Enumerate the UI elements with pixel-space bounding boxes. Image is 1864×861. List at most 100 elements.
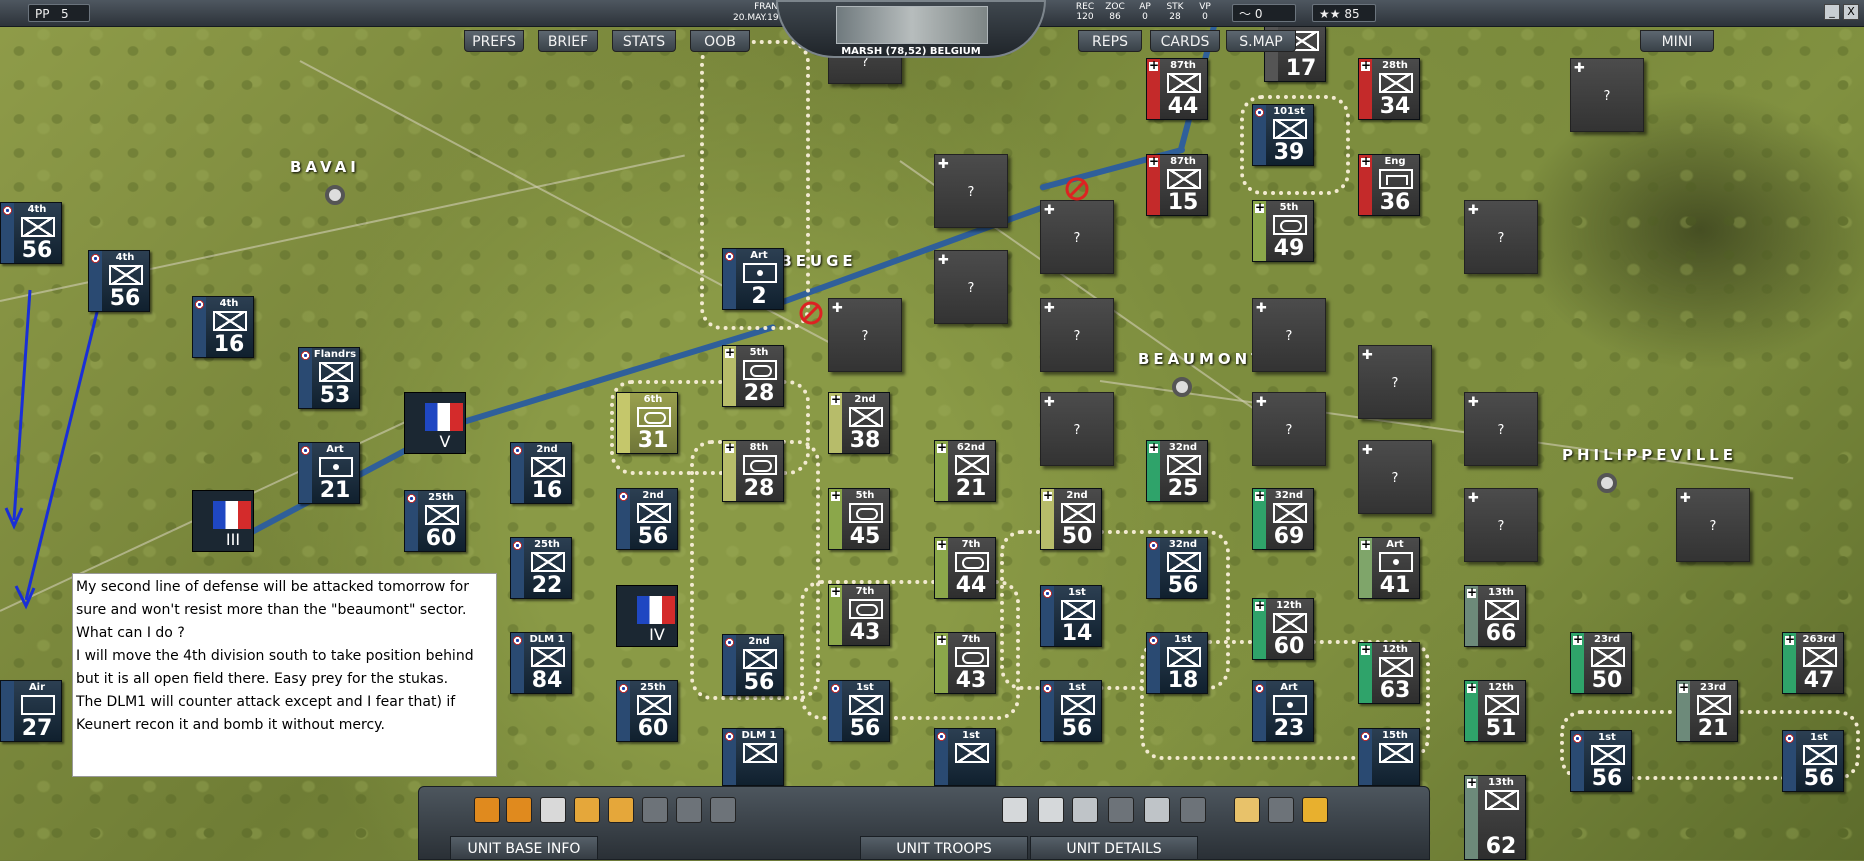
hidden-unit[interactable]: ✚?: [1676, 488, 1750, 562]
hidden-unit[interactable]: ✚?: [828, 298, 902, 372]
close-button[interactable]: X: [1843, 4, 1859, 20]
army-hq-counter[interactable]: IV: [616, 585, 678, 647]
unit-french[interactable]: Air 27: [0, 680, 62, 742]
unit-german[interactable]: 7th43: [934, 632, 996, 694]
unit-french[interactable]: Art 23: [1252, 680, 1314, 742]
zoom-in-icon[interactable]: [1108, 797, 1134, 823]
target-icon[interactable]: [642, 797, 668, 823]
unit-german[interactable]: 13th62: [1464, 775, 1526, 860]
unit-german[interactable]: Eng36: [1358, 154, 1420, 216]
hidden-unit[interactable]: ✚?: [934, 250, 1008, 324]
unit-german[interactable]: 62nd21: [934, 440, 996, 502]
unit-german[interactable]: 5th28: [722, 345, 784, 407]
unit-german[interactable]: 87th15: [1146, 154, 1208, 216]
minimap-button[interactable]: MINI: [1640, 30, 1714, 52]
unit-german[interactable]: 13th66: [1464, 585, 1526, 647]
hidden-unit[interactable]: ✚?: [1252, 298, 1326, 372]
save-icon[interactable]: [1268, 797, 1294, 823]
unit-french[interactable]: 101st 39: [1252, 104, 1314, 166]
oob-button[interactable]: OOB: [690, 30, 750, 52]
unit-french[interactable]: 2nd 56: [616, 488, 678, 550]
unit-french[interactable]: 4th 56: [88, 250, 150, 312]
strategic-map-button[interactable]: S.MAP: [1226, 30, 1296, 52]
unit-troops-tab[interactable]: UNIT TROOPS: [860, 836, 1028, 860]
hidden-unit[interactable]: ✚?: [1040, 298, 1114, 372]
unit-french[interactable]: 32nd 56: [1146, 537, 1208, 599]
reps-button[interactable]: REPS: [1078, 30, 1142, 52]
unit-card-icon[interactable]: [1038, 797, 1064, 823]
city-icon[interactable]: [1597, 473, 1617, 493]
brief-button[interactable]: BRIEF: [538, 30, 598, 52]
unit-french[interactable]: 1st 56: [1782, 730, 1844, 792]
explosion-icon[interactable]: [676, 797, 702, 823]
hidden-unit[interactable]: ✚?: [1358, 345, 1432, 419]
unit-french[interactable]: DLM 1 84: [510, 632, 572, 694]
reinforce-icon[interactable]: [608, 797, 634, 823]
unit-french[interactable]: 25th 22: [510, 537, 572, 599]
zoom-reset-icon[interactable]: [1144, 797, 1170, 823]
notes-icon[interactable]: [1234, 797, 1260, 823]
unit-german[interactable]: 23rd21: [1676, 680, 1738, 742]
minimize-button[interactable]: _: [1824, 4, 1840, 20]
unit-french[interactable]: 2nd 16: [510, 442, 572, 504]
move-up-icon[interactable]: [474, 797, 500, 823]
camera-icon[interactable]: [1002, 797, 1028, 823]
unit-german[interactable]: 2nd38: [828, 392, 890, 454]
unit-french[interactable]: 1st: [934, 728, 996, 786]
unit-french[interactable]: 1st 56: [828, 680, 890, 742]
hidden-unit[interactable]: ✚?: [934, 154, 1008, 228]
unit-info-icon[interactable]: [540, 797, 566, 823]
hidden-unit[interactable]: ✚?: [1040, 200, 1114, 274]
army-hq-counter[interactable]: V: [404, 392, 466, 454]
disband-icon[interactable]: [710, 797, 736, 823]
unit-german[interactable]: 87th44: [1146, 58, 1208, 120]
hidden-unit[interactable]: ✚?: [1464, 488, 1538, 562]
hidden-unit[interactable]: ✚?: [1464, 200, 1538, 274]
unit-german[interactable]: 5th45: [828, 488, 890, 550]
unit-base-info-tab[interactable]: UNIT BASE INFO: [450, 836, 598, 860]
resupply-icon[interactable]: [574, 797, 600, 823]
hidden-unit[interactable]: ✚?: [1040, 392, 1114, 466]
unit-french[interactable]: 1st 14: [1040, 585, 1102, 647]
unit-german[interactable]: 12th60: [1252, 598, 1314, 660]
unit-french[interactable]: Art 2: [722, 248, 784, 310]
unit-french[interactable]: Art 21: [298, 442, 360, 504]
army-hq-counter[interactable]: III: [192, 490, 254, 552]
unit-french[interactable]: 1st 56: [1570, 730, 1632, 792]
unit-french[interactable]: 4th 56: [0, 202, 62, 264]
cards-button[interactable]: CARDS: [1150, 30, 1220, 52]
zoom-out-icon[interactable]: [1072, 797, 1098, 823]
unit-french[interactable]: 1st 18: [1146, 632, 1208, 694]
unit-german[interactable]: 23rd50: [1570, 632, 1632, 694]
unit-french[interactable]: 15th: [1358, 728, 1420, 786]
prefs-button[interactable]: PREFS: [464, 30, 524, 52]
hidden-unit[interactable]: ✚?: [1358, 440, 1432, 514]
unit-german[interactable]: 7th44: [934, 537, 996, 599]
unit-german[interactable]: 12th63: [1358, 642, 1420, 704]
unit-french[interactable]: Flandrs 53: [298, 347, 360, 409]
stats-button[interactable]: STATS: [612, 30, 676, 52]
unit-german[interactable]: 32nd25: [1146, 440, 1208, 502]
unit-french[interactable]: 1st 56: [1040, 680, 1102, 742]
unit-german[interactable]: 2nd50: [1040, 488, 1102, 550]
unit-french[interactable]: 25th 60: [404, 490, 466, 552]
city-icon[interactable]: [1172, 377, 1192, 397]
hidden-unit[interactable]: ✚?: [1570, 58, 1644, 132]
unit-french[interactable]: 25th 60: [616, 680, 678, 742]
hidden-unit[interactable]: ✚?: [1464, 392, 1538, 466]
clipboard-icon[interactable]: [1180, 797, 1206, 823]
unit-french[interactable]: 6th 31: [616, 392, 678, 454]
unit-german[interactable]: 12th51: [1464, 680, 1526, 742]
unit-german[interactable]: 5th49: [1252, 200, 1314, 262]
end-turn-icon[interactable]: [1302, 797, 1328, 823]
unit-french[interactable]: 2nd 56: [722, 634, 784, 696]
unit-french[interactable]: DLM 1: [722, 728, 784, 786]
unit-german[interactable]: 8th28: [722, 440, 784, 502]
unit-german[interactable]: Art41: [1358, 537, 1420, 599]
game-map[interactable]: BAVAI MAUBEUGE BEAUMONT PHILIPPEVILLE 4t…: [0, 0, 1864, 860]
unit-german[interactable]: 32nd69: [1252, 488, 1314, 550]
unit-german[interactable]: 7th43: [828, 584, 890, 646]
city-icon[interactable]: [325, 185, 345, 205]
unit-german[interactable]: 28th34: [1358, 58, 1420, 120]
move-stack-icon[interactable]: [506, 797, 532, 823]
